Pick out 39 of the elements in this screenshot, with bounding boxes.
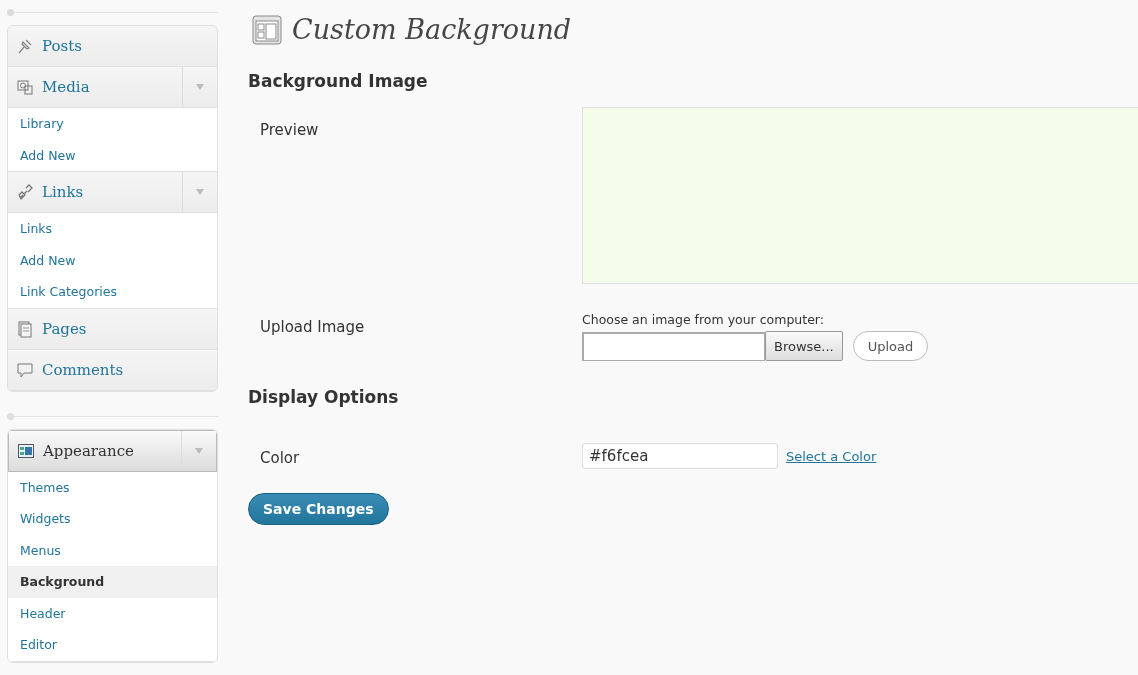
media-icon xyxy=(16,78,34,96)
file-field[interactable] xyxy=(582,331,765,361)
menu-item[interactable]: Media xyxy=(8,78,182,96)
field-label: Preview xyxy=(260,120,320,141)
submenu-item[interactable]: Header xyxy=(8,597,217,629)
submenu-item[interactable]: Menus xyxy=(8,534,217,566)
comment-icon xyxy=(16,360,34,379)
menu-item[interactable]: Comments xyxy=(8,360,217,379)
menu-item[interactable]: Links xyxy=(8,183,182,201)
save-changes-button[interactable]: Save Changes xyxy=(248,493,389,525)
submenu-item[interactable]: Editor xyxy=(8,629,217,661)
submenu-item[interactable]: Background xyxy=(8,566,217,598)
section-heading: Display Options xyxy=(248,387,400,407)
submenu-item[interactable]: Themes xyxy=(8,471,217,503)
link-icon xyxy=(16,183,34,201)
browse-button[interactable]: Browse... xyxy=(765,331,843,361)
page-title: Custom Background xyxy=(292,14,572,45)
layout-icon xyxy=(252,14,282,45)
caret-icon xyxy=(196,189,204,195)
menu-item[interactable]: Posts xyxy=(8,37,217,55)
submenu-item[interactable]: Library xyxy=(8,108,217,140)
section-heading: Background Image xyxy=(248,71,429,91)
caret-icon xyxy=(195,447,203,454)
submenu-item[interactable]: Add New xyxy=(8,244,217,276)
menu-item[interactable]: Pages xyxy=(8,319,217,338)
pin-icon xyxy=(16,37,34,55)
submenu-item[interactable]: Link Categories xyxy=(8,276,217,308)
submenu-item[interactable]: Add New xyxy=(8,139,217,171)
upload-hint: Choose an image from your computer: xyxy=(582,312,825,327)
upload-button[interactable]: Upload xyxy=(852,331,929,361)
field-label: Upload Image xyxy=(260,317,366,338)
field-label: Color xyxy=(260,448,301,469)
submenu-item[interactable]: Links xyxy=(8,213,217,245)
color-field[interactable]: #f6fcea xyxy=(582,443,778,469)
appearance-icon xyxy=(17,441,35,460)
caret-icon xyxy=(196,84,204,90)
submenu-item[interactable]: Widgets xyxy=(8,503,217,535)
pages-icon xyxy=(16,319,34,338)
select-color-link[interactable]: Select a Color xyxy=(786,448,877,464)
